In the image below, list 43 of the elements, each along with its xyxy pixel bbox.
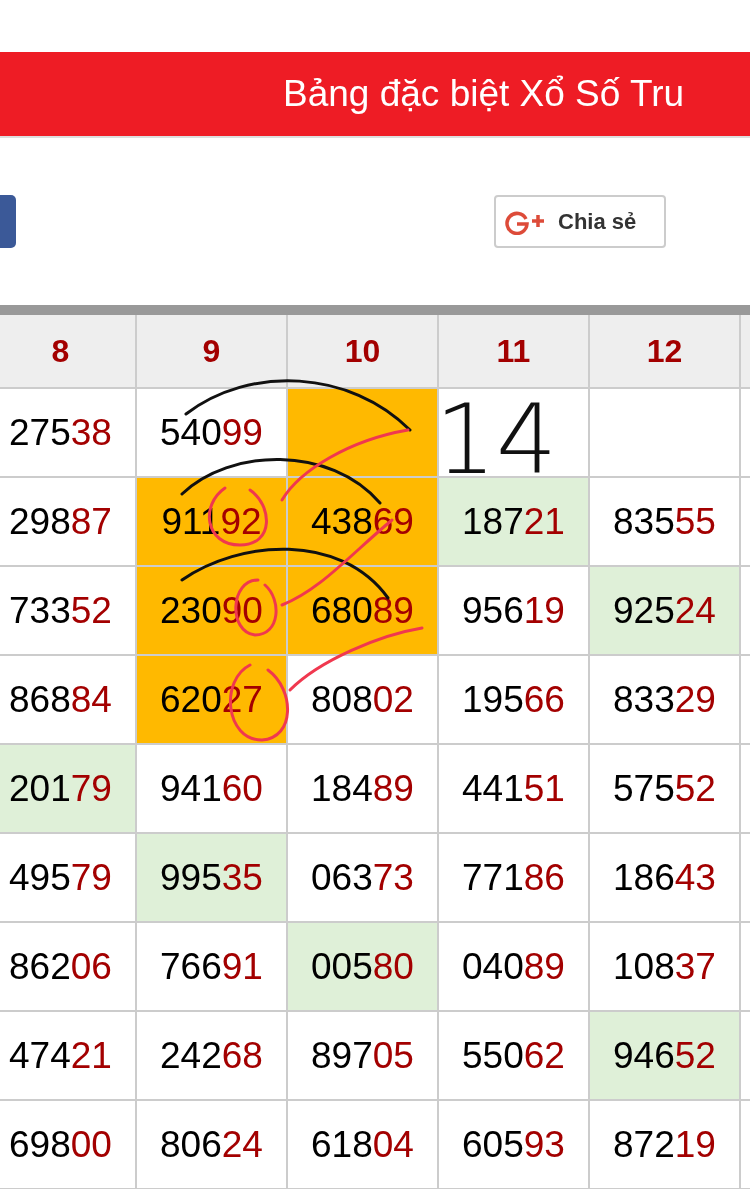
lottery-number: 80802 — [311, 677, 414, 722]
lottery-number: 10837 — [613, 944, 716, 989]
lottery-number: 04089 — [462, 944, 565, 989]
lottery-number: 29887 — [9, 499, 112, 544]
share-button[interactable]: Chia sẻ — [494, 195, 666, 248]
facebook-share-button[interactable] — [0, 195, 16, 248]
lottery-number: 18643 — [613, 855, 716, 900]
lottery-number: 95619 — [462, 588, 565, 633]
lottery-number: 99535 — [160, 855, 263, 900]
banner-title: Bảng đặc biệt Xổ Số Tru — [283, 72, 685, 117]
lottery-number: 68089 — [311, 588, 414, 633]
lottery-number: 86884 — [9, 677, 112, 722]
lottery-number: 00580 — [311, 944, 414, 989]
lottery-number: 76691 — [160, 944, 263, 989]
lottery-number: 19566 — [462, 677, 565, 722]
lottery-number: 77186 — [462, 855, 565, 900]
lottery-number: 54099 — [160, 410, 263, 455]
lottery-number: 86206 — [9, 944, 112, 989]
lottery-number: 89705 — [311, 1033, 414, 1078]
lottery-number: 83555 — [613, 499, 716, 544]
lottery-number: 24268 — [160, 1033, 263, 1078]
lottery-number: 60593 — [462, 1122, 565, 1167]
lottery-number: 47421 — [9, 1033, 112, 1078]
lottery-number: 73352 — [9, 588, 112, 633]
lottery-number: 83329 — [613, 677, 716, 722]
lottery-number: 94160 — [160, 766, 263, 811]
lottery-number: 18721 — [462, 499, 565, 544]
lottery-number: 27538 — [9, 410, 112, 455]
lottery-number: 57552 — [613, 766, 716, 811]
lottery-number: 69800 — [9, 1122, 112, 1167]
lottery-number: 20179 — [9, 766, 112, 811]
handwritten-note: 14 — [435, 392, 558, 488]
lottery-number: 61804 — [311, 1122, 414, 1167]
lottery-number: 55062 — [462, 1033, 565, 1078]
lottery-number: 87219 — [613, 1122, 716, 1167]
lottery-number: 06373 — [311, 855, 414, 900]
lottery-number: 44151 — [462, 766, 565, 811]
lottery-number: 94652 — [613, 1033, 716, 1078]
lottery-number: 49579 — [9, 855, 112, 900]
lottery-number: 80624 — [160, 1122, 263, 1167]
lottery-number: 18489 — [311, 766, 414, 811]
lottery-number: 92524 — [613, 588, 716, 633]
lottery-number: 43869 — [311, 499, 414, 544]
